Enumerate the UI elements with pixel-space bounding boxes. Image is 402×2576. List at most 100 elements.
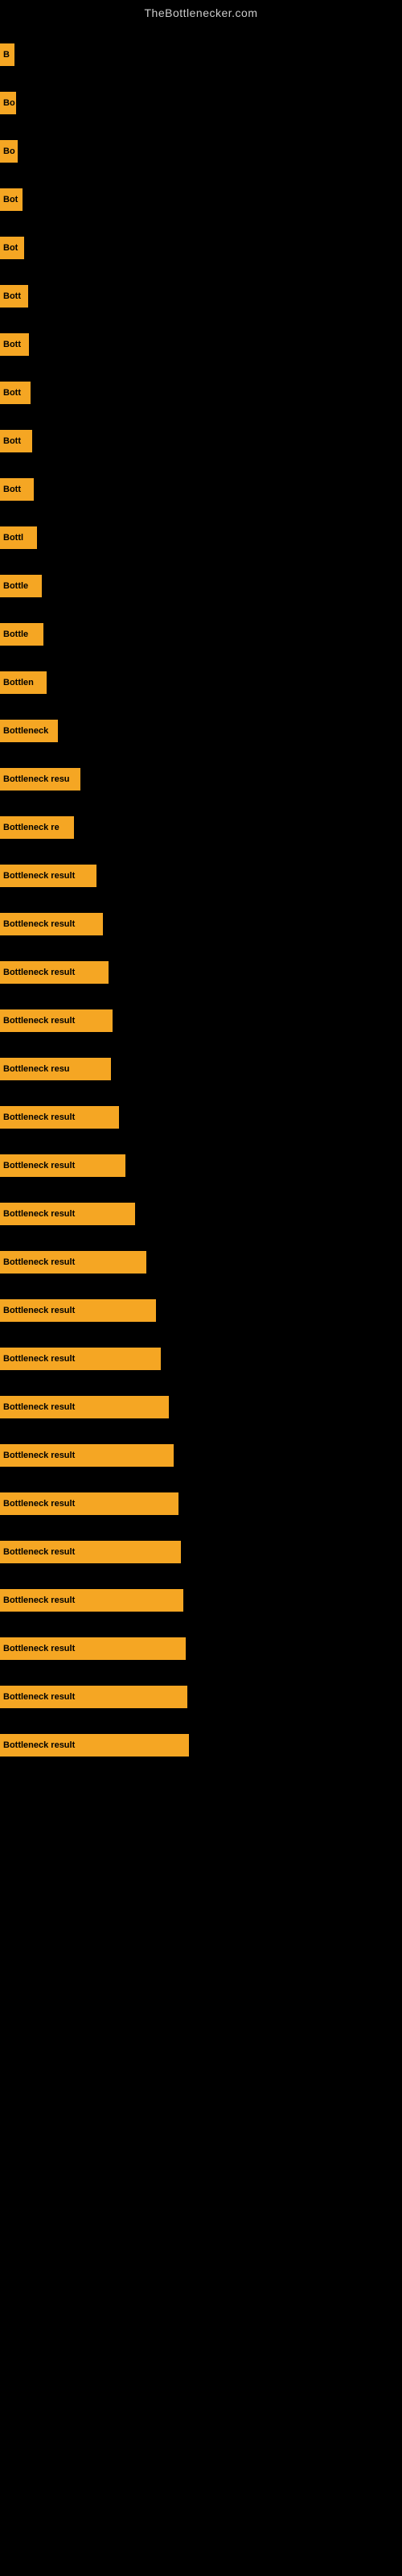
bar-label-21: Bottleneck resu bbox=[3, 1064, 70, 1074]
bar-label-10: Bottl bbox=[3, 533, 23, 543]
bar-row: Bot bbox=[0, 224, 402, 272]
bar-row: Bottleneck result bbox=[0, 1576, 402, 1624]
bar-row: Bottleneck result bbox=[0, 1480, 402, 1528]
bar-label-29: Bottleneck result bbox=[3, 1451, 75, 1460]
bar-label-18: Bottleneck result bbox=[3, 919, 75, 929]
bar-21: Bottleneck resu bbox=[0, 1058, 111, 1080]
bar-row: Bottleneck result bbox=[0, 1431, 402, 1480]
bar-10: Bottl bbox=[0, 526, 37, 549]
bar-29: Bottleneck result bbox=[0, 1444, 174, 1467]
bar-9: Bott bbox=[0, 478, 34, 501]
bar-row: Bottleneck result bbox=[0, 1673, 402, 1721]
bar-13: Bottlen bbox=[0, 671, 47, 694]
bar-label-34: Bottleneck result bbox=[3, 1692, 75, 1702]
bar-12: Bottle bbox=[0, 623, 43, 646]
bar-label-17: Bottleneck result bbox=[3, 871, 75, 881]
bar-24: Bottleneck result bbox=[0, 1203, 135, 1225]
bar-row: B bbox=[0, 31, 402, 79]
bar-label-1: Bo bbox=[3, 98, 15, 108]
bar-2: Bo bbox=[0, 140, 18, 163]
bar-row: Bottleneck result bbox=[0, 1721, 402, 1769]
bar-1: Bo bbox=[0, 92, 16, 114]
bar-label-12: Bottle bbox=[3, 630, 28, 639]
bar-label-32: Bottleneck result bbox=[3, 1596, 75, 1605]
bar-35: Bottleneck result bbox=[0, 1734, 189, 1757]
bar-label-23: Bottleneck result bbox=[3, 1161, 75, 1170]
bar-row: Bottleneck result bbox=[0, 1624, 402, 1673]
bar-label-27: Bottleneck result bbox=[3, 1354, 75, 1364]
bar-label-20: Bottleneck result bbox=[3, 1016, 75, 1026]
bar-row: Bottleneck result bbox=[0, 948, 402, 997]
bar-7: Bott bbox=[0, 382, 31, 404]
bar-label-8: Bott bbox=[3, 436, 21, 446]
bar-label-9: Bott bbox=[3, 485, 21, 494]
site-title-container: TheBottlenecker.com bbox=[0, 0, 402, 23]
bar-26: Bottleneck result bbox=[0, 1299, 156, 1322]
bar-row: Bottleneck resu bbox=[0, 755, 402, 803]
bar-3: Bot bbox=[0, 188, 23, 211]
bar-19: Bottleneck result bbox=[0, 961, 109, 984]
bar-15: Bottleneck resu bbox=[0, 768, 80, 791]
bar-label-28: Bottleneck result bbox=[3, 1402, 75, 1412]
bars-container: B Bo Bo Bot Bot Bott Bott Bott Bott Bott Bottl Bott… bbox=[0, 23, 402, 1777]
bar-row: Bottleneck result bbox=[0, 900, 402, 948]
bar-label-33: Bottleneck result bbox=[3, 1644, 75, 1653]
bar-31: Bottleneck result bbox=[0, 1541, 181, 1563]
bar-row: Bo bbox=[0, 127, 402, 175]
bar-0: B bbox=[0, 43, 14, 66]
bar-34: Bottleneck result bbox=[0, 1686, 187, 1708]
bar-5: Bott bbox=[0, 285, 28, 308]
bar-label-7: Bott bbox=[3, 388, 21, 398]
bar-row: Bott bbox=[0, 369, 402, 417]
bar-22: Bottleneck result bbox=[0, 1106, 119, 1129]
bar-row: Bottleneck result bbox=[0, 1238, 402, 1286]
bar-label-16: Bottleneck re bbox=[3, 823, 59, 832]
bar-label-3: Bot bbox=[3, 195, 18, 204]
bar-row: Bottleneck result bbox=[0, 1383, 402, 1431]
bar-label-22: Bottleneck result bbox=[3, 1113, 75, 1122]
bar-23: Bottleneck result bbox=[0, 1154, 125, 1177]
bar-row: Bottleneck result bbox=[0, 852, 402, 900]
bar-row: Bottleneck re bbox=[0, 803, 402, 852]
bar-row: Bott bbox=[0, 465, 402, 514]
bar-label-5: Bott bbox=[3, 291, 21, 301]
bar-row: Bott bbox=[0, 417, 402, 465]
bar-18: Bottleneck result bbox=[0, 913, 103, 935]
bar-25: Bottleneck result bbox=[0, 1251, 146, 1274]
bar-6: Bott bbox=[0, 333, 29, 356]
bar-row: Bottleneck result bbox=[0, 1190, 402, 1238]
bar-27: Bottleneck result bbox=[0, 1348, 161, 1370]
bar-row: Bo bbox=[0, 79, 402, 127]
bar-label-14: Bottleneck bbox=[3, 726, 48, 736]
site-title: TheBottlenecker.com bbox=[0, 0, 402, 23]
bar-label-26: Bottleneck result bbox=[3, 1306, 75, 1315]
bar-row: Bottleneck bbox=[0, 707, 402, 755]
bar-28: Bottleneck result bbox=[0, 1396, 169, 1418]
bar-label-13: Bottlen bbox=[3, 678, 34, 687]
bar-row: Bott bbox=[0, 272, 402, 320]
bar-label-15: Bottleneck resu bbox=[3, 774, 70, 784]
bar-11: Bottle bbox=[0, 575, 42, 597]
bar-row: Bottle bbox=[0, 610, 402, 658]
bar-label-25: Bottleneck result bbox=[3, 1257, 75, 1267]
bar-20: Bottleneck result bbox=[0, 1009, 113, 1032]
bar-32: Bottleneck result bbox=[0, 1589, 183, 1612]
bar-row: Bottle bbox=[0, 562, 402, 610]
bar-row: Bott bbox=[0, 320, 402, 369]
bar-8: Bott bbox=[0, 430, 32, 452]
bar-row: Bottleneck result bbox=[0, 1141, 402, 1190]
bar-row: Bottleneck result bbox=[0, 997, 402, 1045]
bar-16: Bottleneck re bbox=[0, 816, 74, 839]
bar-14: Bottleneck bbox=[0, 720, 58, 742]
bar-row: Bottleneck resu bbox=[0, 1045, 402, 1093]
bar-row: Bottleneck result bbox=[0, 1286, 402, 1335]
bar-label-31: Bottleneck result bbox=[3, 1547, 75, 1557]
bar-label-35: Bottleneck result bbox=[3, 1740, 75, 1750]
bar-row: Bot bbox=[0, 175, 402, 224]
bar-30: Bottleneck result bbox=[0, 1492, 178, 1515]
bar-label-24: Bottleneck result bbox=[3, 1209, 75, 1219]
bar-label-4: Bot bbox=[3, 243, 18, 253]
bar-label-30: Bottleneck result bbox=[3, 1499, 75, 1509]
bar-label-6: Bott bbox=[3, 340, 21, 349]
bar-label-11: Bottle bbox=[3, 581, 28, 591]
